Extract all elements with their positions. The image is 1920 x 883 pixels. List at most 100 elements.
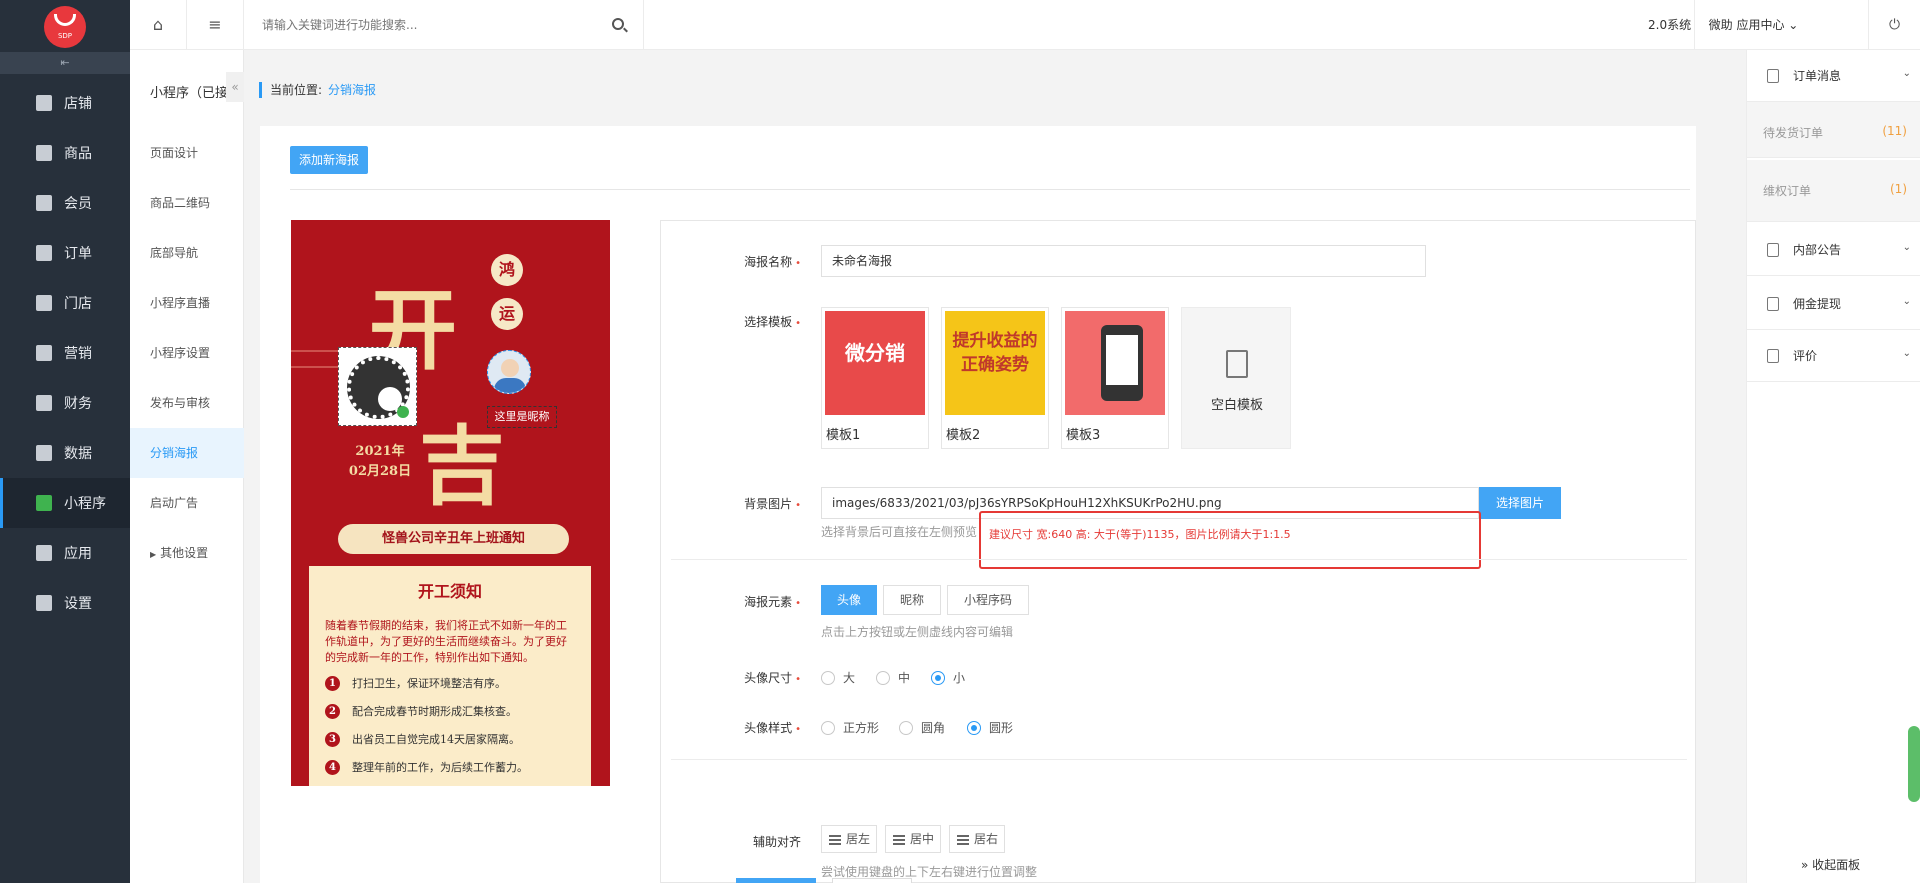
align-center-button[interactable]: 居中 bbox=[885, 825, 942, 853]
save-button[interactable] bbox=[736, 878, 816, 883]
menu-toggle-button[interactable]: ≡ bbox=[187, 0, 244, 50]
align-left-button[interactable]: 居左 bbox=[821, 825, 878, 853]
phone-icon bbox=[1101, 325, 1143, 401]
sidebar-item-apps[interactable]: 应用 bbox=[0, 528, 130, 578]
template-caption: 模板2 bbox=[946, 428, 981, 443]
rule-text: 打扫卫生，保证环境整洁有序。 bbox=[352, 677, 506, 690]
rights-order-item[interactable]: 维权订单 (1) bbox=[1747, 160, 1920, 222]
add-poster-button[interactable]: 添加新海报 bbox=[290, 146, 368, 174]
subnav-title: 小程序（已接 bbox=[150, 86, 229, 101]
section-label: 内部公告 bbox=[1793, 243, 1842, 257]
miniprogram-icon bbox=[36, 495, 52, 511]
breadcrumb-prefix: 当前位置: bbox=[270, 83, 323, 97]
avatar-style-rounded[interactable]: 圆角 bbox=[899, 719, 945, 736]
sidebar-item-data[interactable]: 数据 bbox=[0, 428, 130, 478]
subnav-item-launch-ad[interactable]: 启动广告 bbox=[130, 478, 244, 528]
align-right-button[interactable]: 居右 bbox=[949, 825, 1006, 853]
main-sidebar: SDP ⇤ 店铺 商品 会员 订单 门店 营销 财务 数据 小程序 应用 设置 bbox=[0, 0, 130, 883]
subnav-item-bottom-nav[interactable]: 底部导航 bbox=[130, 228, 244, 278]
sidebar-item-label: 小程序 bbox=[64, 496, 106, 512]
section-label: 评价 bbox=[1793, 349, 1818, 363]
choose-image-button[interactable]: 选择图片 bbox=[1479, 487, 1561, 519]
announcement-header[interactable]: 内部公告 ⌄ bbox=[1747, 224, 1920, 276]
logo[interactable]: SDP bbox=[44, 6, 86, 48]
commission-header[interactable]: 佣金提现 ⌄ bbox=[1747, 278, 1920, 330]
template-option-1[interactable]: 微分销 模板1 bbox=[821, 307, 929, 449]
poster-card: 开工须知 随着春节假期的结束，我们将正式不如新一年的工作轨道中，为了更好的生活而… bbox=[309, 566, 591, 786]
template-option-2[interactable]: 提升收益的正确姿势 模板2 bbox=[941, 307, 1049, 449]
poster-preview: 开 吉 鸿 运 这里是昵称 2021年 02月28日 怪兽公司辛丑年上班通知 开工… bbox=[291, 220, 610, 786]
order-messages-header[interactable]: 订单消息 ⌄ bbox=[1747, 50, 1920, 102]
avatar-size-large[interactable]: 大 bbox=[821, 669, 855, 686]
sidebar-item-label: 商品 bbox=[64, 146, 92, 162]
file-icon bbox=[1226, 350, 1248, 378]
sidebar-item-finance[interactable]: 财务 bbox=[0, 378, 130, 428]
search-icon[interactable] bbox=[612, 18, 624, 30]
breadcrumb-current[interactable]: 分销海报 bbox=[328, 83, 376, 97]
element-avatar-button[interactable]: 头像 bbox=[821, 585, 877, 615]
logout-button[interactable]: ⏻ bbox=[1868, 0, 1920, 50]
sidebar-item-shop[interactable]: 门店 bbox=[0, 278, 130, 328]
top-bar: 2.0系统 微助 应用中心 ⌄ ⏻ bbox=[244, 0, 1920, 50]
rule-number: 3 bbox=[325, 731, 340, 747]
sidebar-item-order[interactable]: 订单 bbox=[0, 228, 130, 278]
poster-avatar-element[interactable] bbox=[487, 350, 531, 394]
avatar-size-medium[interactable]: 中 bbox=[876, 669, 910, 686]
background-hint: 选择背景后可直接在左侧预览 bbox=[821, 525, 978, 539]
template-1-thumbnail: 微分销 bbox=[825, 311, 925, 415]
subnav-item-other[interactable]: ▶ 其他设置 bbox=[130, 528, 244, 578]
avatar-size-small[interactable]: 小 bbox=[931, 669, 965, 686]
template-option-3[interactable]: 模板3 bbox=[1061, 307, 1169, 449]
sidebar-item-store[interactable]: 店铺 bbox=[0, 78, 130, 128]
subnav-item-page-design[interactable]: 页面设计 bbox=[130, 128, 244, 178]
divider bbox=[671, 759, 1687, 760]
poster-rule: 3 出省员工自觉完成14天居家隔离。 bbox=[325, 728, 575, 750]
element-nickname-button[interactable]: 昵称 bbox=[883, 585, 941, 615]
app-center-dropdown[interactable]: 微助 应用中心 ⌄ bbox=[1694, 0, 1812, 50]
subnav-item-mp-settings[interactable]: 小程序设置 bbox=[130, 328, 244, 378]
sidebar-item-settings[interactable]: 设置 bbox=[0, 578, 130, 628]
marketing-icon bbox=[36, 345, 52, 361]
subnav-item-goods-qrcode[interactable]: 商品二维码 bbox=[130, 178, 244, 228]
logo-text: SDP bbox=[57, 32, 73, 40]
goods-icon bbox=[36, 145, 52, 161]
poster-qrcode-element[interactable] bbox=[338, 347, 417, 426]
subnav-item-label: 其他设置 bbox=[160, 546, 209, 560]
poster-nickname-element[interactable]: 这里是昵称 bbox=[487, 406, 557, 428]
subnav-item-live[interactable]: 小程序直播 bbox=[130, 278, 244, 328]
sidebar-item-label: 店铺 bbox=[64, 96, 92, 112]
poster-rule: 4 整理年前的工作，为后续工作蓄力。 bbox=[325, 756, 575, 778]
avatar-style-square[interactable]: 正方形 bbox=[821, 719, 879, 736]
collapse-panel-button[interactable]: » 收起面板 bbox=[1801, 856, 1860, 873]
sidebar-item-marketing[interactable]: 营销 bbox=[0, 328, 130, 378]
data-icon bbox=[36, 445, 52, 461]
subnav-item-poster[interactable]: 分销海报 bbox=[130, 428, 244, 478]
order-item-count: (1) bbox=[1890, 182, 1907, 196]
sidebar-item-member[interactable]: 会员 bbox=[0, 178, 130, 228]
right-panel: 订单消息 ⌄ 待发货订单 (11) 维权订单 (1) 内部公告 ⌄ 佣金提现 ⌄ 评价 ⌄ … bbox=[1746, 50, 1920, 883]
apps-icon bbox=[36, 545, 52, 561]
poster-name-label: 海报名称 • bbox=[744, 255, 801, 269]
sidebar-item-label: 应用 bbox=[64, 546, 92, 562]
background-label: 背景图片 • bbox=[744, 497, 801, 511]
poster-name-input[interactable]: 未命名海报 bbox=[821, 245, 1426, 277]
content-panel: 添加新海报 开 吉 鸿 运 这里是昵称 2021年 02月28日 怪兽公司辛丑年上… bbox=[260, 126, 1696, 883]
order-item-label: 待发货订单 bbox=[1763, 126, 1824, 140]
page-scrollbar[interactable] bbox=[1908, 726, 1920, 802]
secondary-button[interactable] bbox=[832, 878, 912, 883]
sidebar-item-label: 设置 bbox=[64, 596, 92, 612]
subnav-collapse-button[interactable]: « bbox=[226, 72, 244, 102]
review-header[interactable]: 评价 ⌄ bbox=[1747, 330, 1920, 382]
subnav-item-publish[interactable]: 发布与审核 bbox=[130, 378, 244, 428]
home-button[interactable]: ⌂ bbox=[130, 0, 187, 50]
rule-text: 整理年前的工作，为后续工作蓄力。 bbox=[352, 761, 528, 774]
search-input[interactable] bbox=[262, 15, 602, 35]
element-qrcode-button[interactable]: 小程序码 bbox=[947, 585, 1029, 615]
sidebar-item-miniprogram[interactable]: 小程序 bbox=[0, 478, 130, 528]
sidebar-collapse-button[interactable]: ⇤ bbox=[0, 52, 130, 74]
avatar-style-circle[interactable]: 圆形 bbox=[967, 719, 1013, 736]
sidebar-item-goods[interactable]: 商品 bbox=[0, 128, 130, 178]
template-option-blank[interactable]: 空白模板 bbox=[1181, 307, 1291, 449]
pending-shipment-item[interactable]: 待发货订单 (11) bbox=[1747, 102, 1920, 158]
menu-icon: ≡ bbox=[208, 15, 222, 34]
